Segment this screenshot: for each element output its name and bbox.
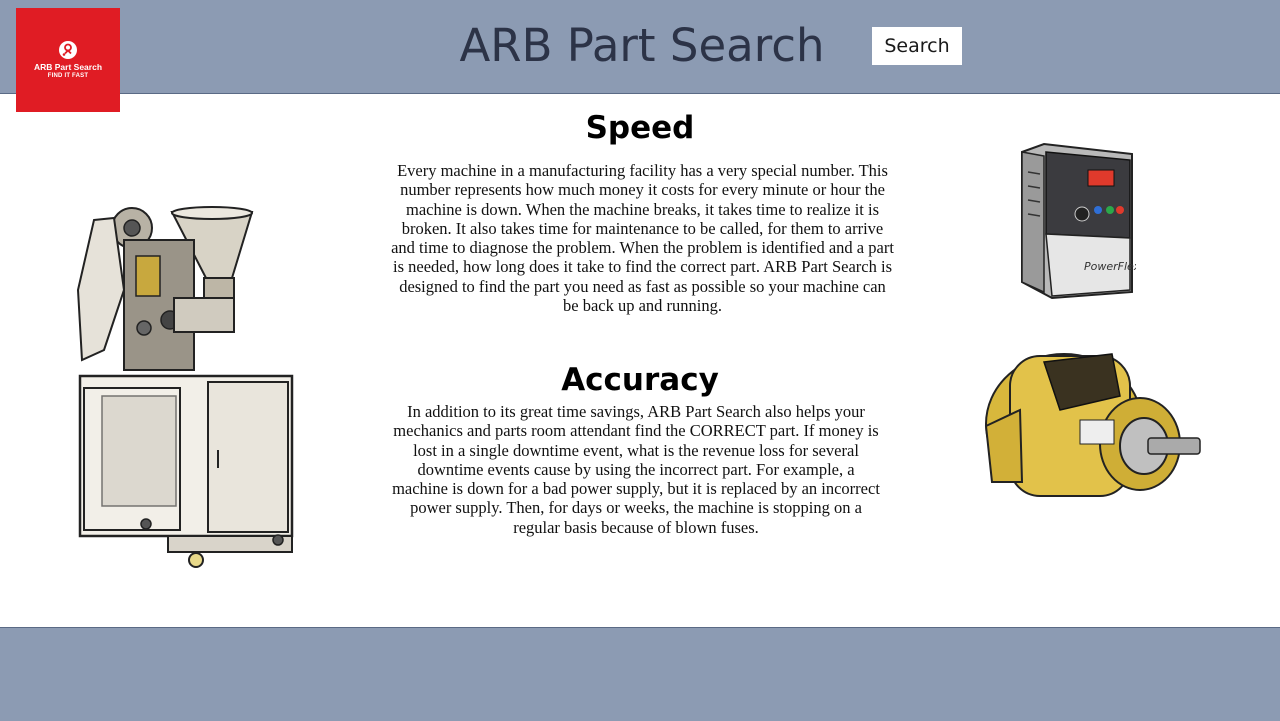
powerflex-drive-image: PowerFlex bbox=[1021, 142, 1136, 300]
logo[interactable]: ARB Part Search FIND IT FAST bbox=[16, 8, 120, 112]
drive-brand-label: PowerFlex bbox=[1084, 260, 1136, 273]
electric-motor-image bbox=[984, 353, 1201, 497]
logo-name: ARB Part Search bbox=[33, 62, 103, 72]
speed-heading: Speed bbox=[585, 110, 695, 146]
search-button[interactable]: Search bbox=[872, 27, 962, 65]
footer-bar bbox=[0, 627, 1280, 721]
packaging-machine-image bbox=[76, 206, 294, 568]
page-title: ARB Part Search bbox=[459, 19, 825, 72]
logo-tagline: FIND IT FAST bbox=[47, 73, 89, 79]
accuracy-heading: Accuracy bbox=[561, 362, 719, 398]
accuracy-paragraph: In addition to its great time savings, A… bbox=[392, 402, 880, 537]
speed-paragraph: Every machine in a manufacturing facilit… bbox=[391, 161, 894, 316]
logo-icon bbox=[59, 41, 77, 59]
